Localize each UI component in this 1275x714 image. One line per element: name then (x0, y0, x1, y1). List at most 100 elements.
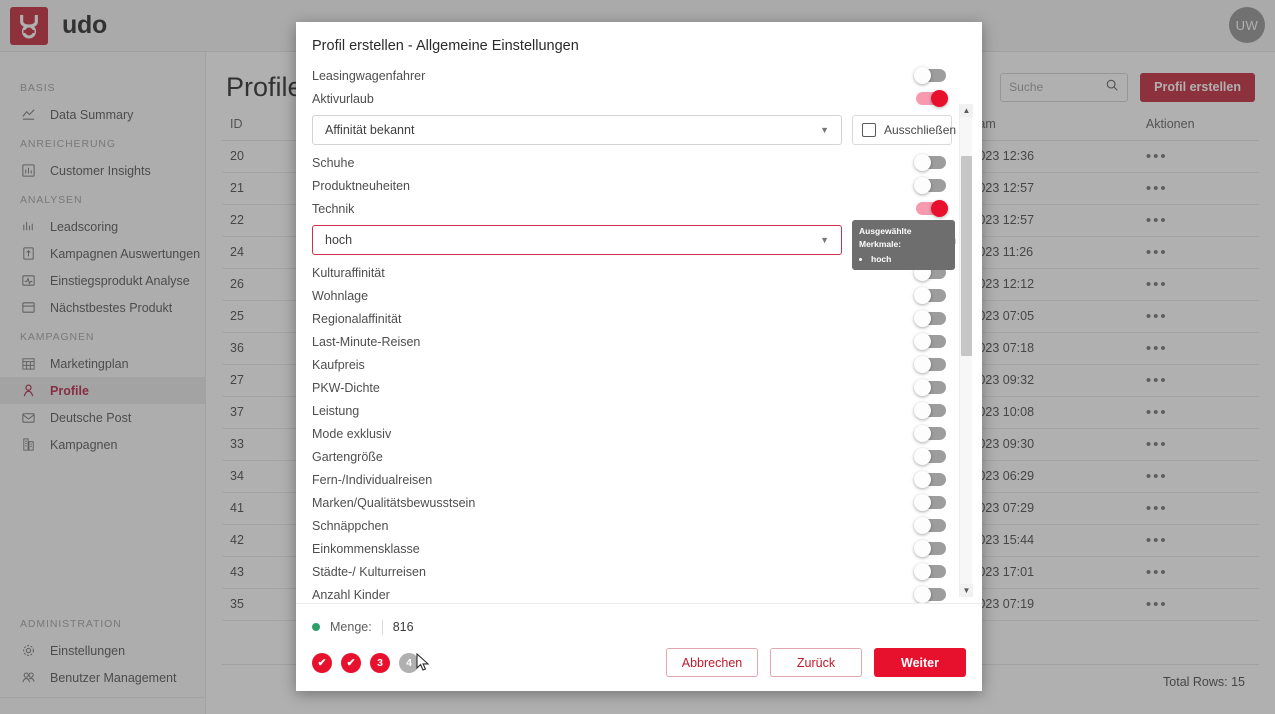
step-3[interactable]: 3 (370, 652, 390, 673)
select-technik[interactable]: hoch ▼ (312, 225, 842, 255)
attribute-row: Produktneuheiten (312, 174, 952, 197)
attribute-toggle[interactable] (914, 540, 946, 557)
attribute-label: Schnäppchen (312, 518, 389, 533)
attribute-label: Wohnlage (312, 288, 369, 303)
attribute-toggle[interactable] (914, 494, 946, 511)
attribute-row: Gartengröße (312, 445, 952, 468)
create-profile-modal: Profil erstellen - Allgemeine Einstellun… (296, 22, 982, 691)
toggle-knob (914, 517, 931, 534)
toggle-knob (914, 379, 931, 396)
step-2[interactable]: ✔ (341, 652, 361, 673)
select-aktivurlaub[interactable]: Affinität bekannt ▼ (312, 115, 842, 145)
attribute-label: Regionalaffinität (312, 311, 402, 326)
toggle-knob (914, 586, 931, 603)
attribute-toggle[interactable] (914, 402, 946, 419)
toggle-knob (914, 333, 931, 350)
tooltip-item: hoch (871, 253, 948, 266)
attribute-label: Leasingwagenfahrer (312, 68, 426, 83)
attribute-label: Fern-/Individualreisen (312, 472, 433, 487)
menge-label: Menge: (330, 620, 372, 634)
attribute-label: Mode exklusiv (312, 426, 392, 441)
attribute-row: Anzahl Kinder (312, 583, 952, 603)
attribute-toggle[interactable] (914, 154, 946, 171)
attribute-row: Einkommensklasse (312, 537, 952, 560)
attribute-row: Schuhe (312, 151, 952, 174)
attribute-toggle[interactable] (914, 379, 946, 396)
attribute-row: Last-Minute-Reisen (312, 330, 952, 353)
back-button[interactable]: Zurück (770, 648, 862, 677)
attribute-toggle[interactable] (914, 310, 946, 327)
attribute-toggle[interactable] (914, 356, 946, 373)
attribute-row: Marken/Qualitätsbewusstsein (312, 491, 952, 514)
step-indicator: ✔ ✔ 3 4 (312, 652, 430, 673)
toggle-knob (914, 310, 931, 327)
attribute-row: PKW-Dichte (312, 376, 952, 399)
toggle-knob (914, 540, 931, 557)
tooltip-list: hoch (871, 253, 948, 266)
attribute-row: Technik (312, 197, 952, 220)
attribute-list: Leasingwagenfahrer Aktivurlaub Affinität b… (312, 64, 956, 603)
attribute-row: Regionalaffinität (312, 307, 952, 330)
exclude-checkbox-select-aktivurlaub[interactable]: Ausschließen (852, 115, 956, 145)
modal-title: Profil erstellen - Allgemeine Einstellun… (312, 38, 579, 54)
attribute-toggle[interactable] (916, 90, 948, 107)
attribute-toggle[interactable] (914, 177, 946, 194)
cancel-button[interactable]: Abbrechen (666, 648, 758, 677)
attribute-label: Kulturaffinität (312, 265, 385, 280)
attribute-label: Schuhe (312, 155, 355, 170)
checkbox-icon[interactable] (862, 123, 876, 137)
toggle-knob (914, 356, 931, 373)
attribute-toggle[interactable] (914, 563, 946, 580)
attribute-label: Produktneuheiten (312, 178, 410, 193)
menge-separator (381, 619, 383, 635)
next-button[interactable]: Weiter (874, 648, 966, 677)
tooltip-title: Ausgewählte Merkmale: (859, 226, 912, 249)
attribute-label: Technik (312, 201, 355, 216)
attribute-toggle[interactable] (916, 200, 948, 217)
attribute-label: Gartengröße (312, 449, 383, 464)
attribute-row: Leistung (312, 399, 952, 422)
toggle-knob (914, 494, 931, 511)
modal-footer: Menge: 816 ✔ ✔ 3 4 Abbrechen Zurück Weiter (296, 603, 982, 691)
toggle-knob (914, 287, 931, 304)
attribute-toggle[interactable] (914, 586, 946, 603)
scrollbar-thumb[interactable] (961, 156, 972, 356)
attribute-toggle[interactable] (914, 448, 946, 465)
toggle-knob (914, 402, 931, 419)
selected-features-tooltip: Ausgewählte Merkmale: hoch (852, 220, 955, 271)
attribute-toggle[interactable] (914, 287, 946, 304)
scroll-down-arrow-icon[interactable]: ▼ (960, 584, 973, 597)
attribute-label: Marken/Qualitätsbewusstsein (312, 495, 476, 510)
attribute-label: Anzahl Kinder (312, 587, 390, 602)
select-aktivurlaub-value: Affinität bekannt (325, 123, 415, 137)
attribute-row: Wohnlage (312, 284, 952, 307)
attribute-row: Schnäppchen (312, 514, 952, 537)
toggle-knob (914, 67, 931, 84)
attribute-label: Last-Minute-Reisen (312, 334, 421, 349)
attribute-toggle[interactable] (914, 425, 946, 442)
attribute-toggle[interactable] (914, 517, 946, 534)
chevron-down-icon: ▼ (820, 235, 829, 245)
exclude-label: Ausschließen (884, 123, 957, 137)
attribute-toggle[interactable] (914, 471, 946, 488)
chevron-down-icon: ▼ (820, 125, 829, 135)
toggle-knob (914, 425, 931, 442)
modal-body: Leasingwagenfahrer Aktivurlaub Affinität b… (296, 64, 982, 603)
scroll-up-arrow-icon[interactable]: ▲ (960, 104, 973, 117)
status-dot-icon (312, 623, 320, 631)
attribute-row: Aktivurlaub (312, 87, 952, 110)
attribute-row: Fern-/Individualreisen (312, 468, 952, 491)
attribute-label: PKW-Dichte (312, 380, 380, 395)
attribute-label: Städte-/ Kulturreisen (312, 564, 426, 579)
step-1[interactable]: ✔ (312, 652, 332, 673)
attribute-row: Städte-/ Kulturreisen (312, 560, 952, 583)
toggle-knob (914, 471, 931, 488)
attribute-toggle[interactable] (914, 67, 946, 84)
select-technik-value: hoch (325, 233, 353, 247)
attribute-label: Kaufpreis (312, 357, 365, 372)
select-aktivurlaub-row: Affinität bekannt ▼ Ausschließen (312, 115, 956, 145)
toggle-knob (931, 90, 948, 107)
modal-scrollbar[interactable]: ▲ ▼ (959, 104, 973, 597)
attribute-row: Mode exklusiv (312, 422, 952, 445)
attribute-toggle[interactable] (914, 333, 946, 350)
